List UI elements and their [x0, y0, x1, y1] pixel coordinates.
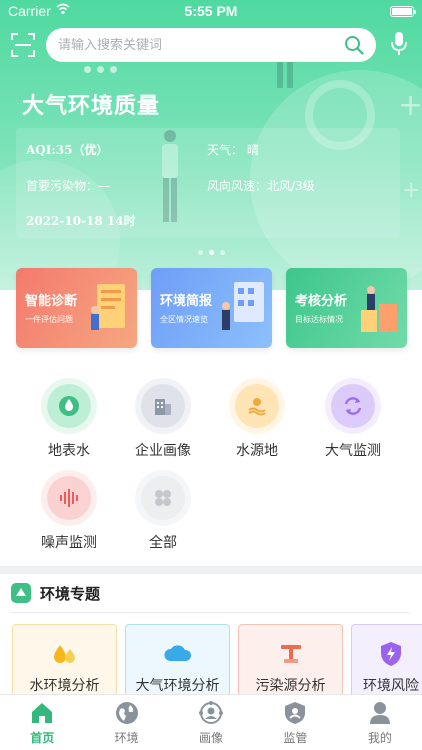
entry-icon-bg: [41, 378, 97, 434]
carousel-dot-active[interactable]: [208, 250, 214, 255]
boxes-illustration: [361, 286, 397, 332]
tab-label: 画像: [199, 731, 224, 745]
entry-water-source[interactable]: 水源地: [212, 378, 302, 460]
board-illustration: [222, 282, 264, 330]
clipboard-illustration: [91, 284, 125, 330]
entry-surface-water[interactable]: 地表水: [24, 378, 114, 460]
factory-tap-icon: [280, 645, 301, 663]
clock: 5:55 PM: [184, 3, 238, 19]
smart-diagnosis-card[interactable]: 智能诊断 一件评估问题: [16, 268, 137, 348]
tab-mine[interactable]: 我的: [338, 695, 422, 750]
entry-icon-inner: [331, 384, 375, 428]
hero-title: 大气环境质量: [22, 94, 161, 119]
entry-icon-bg: [229, 378, 285, 434]
air-cycle-icon: [344, 397, 362, 415]
section-divider: [0, 566, 422, 574]
assessment-analysis-card[interactable]: 考核分析 目标达标情况: [286, 268, 407, 348]
entry-label: 大气监测: [325, 443, 381, 459]
battery-icon: [390, 6, 416, 17]
entry-icon-inner: [141, 476, 185, 520]
carousel-dot[interactable]: [219, 250, 225, 255]
topic-label: 大气环境分析: [135, 678, 220, 694]
sound-wave-icon: [60, 489, 78, 507]
feature-cards: 智能诊断 一件评估问题 环境简报 全区情况速览 考核分析 目标达标情况: [0, 268, 422, 350]
shield-icon: [285, 702, 306, 724]
topics-header: 环境专题: [10, 582, 100, 604]
globe-icon: [115, 702, 138, 724]
entry-enterprise-portrait[interactable]: 企业画像: [118, 378, 208, 460]
tab-label: 环境: [114, 731, 139, 745]
primary-pollutant: 首要污染物：—: [26, 179, 111, 193]
entry-icon-bg: [41, 470, 97, 526]
scan-icon[interactable]: [10, 32, 36, 58]
entry-air-monitoring[interactable]: 大气监测: [308, 378, 398, 460]
plus-decor-icon: +: [402, 178, 421, 203]
water-drop-icon: [59, 396, 79, 416]
entry-icon-inner: [235, 384, 279, 428]
search-icon[interactable]: [344, 35, 364, 55]
tab-label: 首页: [30, 731, 55, 745]
carousel-dot[interactable]: [197, 250, 203, 255]
wind-info: 风向风速：北风/3级: [207, 179, 315, 193]
user-icon: [369, 702, 390, 724]
tab-environment[interactable]: 环境: [84, 695, 168, 750]
tab-portrait[interactable]: 画像: [169, 695, 253, 750]
entry-label: 水源地: [236, 443, 278, 459]
entry-icon-inner: [47, 476, 91, 520]
topics-header-divider: [10, 612, 410, 613]
topic-label: 污染源分析: [255, 678, 326, 694]
droplets-icon: [53, 645, 75, 663]
tab-supervision[interactable]: 监管: [253, 695, 337, 750]
cloud-icon: [163, 645, 191, 661]
tab-label: 我的: [367, 731, 392, 745]
search-input[interactable]: [58, 37, 344, 53]
topic-environment-risk[interactable]: 环境风险: [351, 624, 422, 704]
home-icon: [32, 703, 53, 723]
entry-icon-bg: [325, 378, 381, 434]
update-time: 2022-10-18 14时: [26, 214, 136, 228]
topics-title: 环境专题: [40, 584, 101, 603]
grid-four-icon: [155, 490, 171, 506]
entry-label: 企业画像: [135, 443, 191, 459]
entry-label: 噪声监测: [41, 535, 97, 551]
topic-tag-icon: [11, 583, 31, 603]
weather-value: 天气： 晴: [207, 143, 259, 157]
environment-brief-card[interactable]: 环境简报 全区情况速览: [151, 268, 272, 348]
topic-label: 水环境分析: [29, 678, 100, 694]
aqi-value: AQI:35（优）: [26, 143, 109, 157]
search-bar[interactable]: [46, 28, 376, 62]
status-bar: Carrier 5:55 PM: [0, 0, 422, 22]
topic-pollution-source[interactable]: 污染源分析: [238, 624, 343, 704]
entry-label: 地表水: [48, 443, 90, 459]
shield-bolt-icon: [381, 642, 401, 666]
plus-decor-icon: +: [398, 88, 422, 123]
entry-label: 全部: [149, 535, 177, 551]
tab-home[interactable]: 首页: [0, 695, 84, 750]
tab-label: 监管: [283, 731, 308, 745]
window-dots-decor: [84, 66, 117, 73]
microphone-icon[interactable]: [389, 31, 409, 57]
entry-noise-monitoring[interactable]: 噪声监测: [24, 470, 114, 552]
entry-icon-bg: [135, 470, 191, 526]
entry-icon-inner: [47, 384, 91, 428]
environment-topics: 环境专题 水环境分析 大气环境分析 污染源分析 环境风险: [0, 574, 422, 704]
topic-air-analysis[interactable]: 大气环境分析: [125, 624, 230, 704]
building-icon: [155, 399, 171, 415]
water-source-icon: [248, 398, 266, 416]
entry-all[interactable]: 全部: [118, 470, 208, 552]
carousel-indicator[interactable]: [0, 250, 422, 255]
entry-icon-bg: [135, 378, 191, 434]
entry-icon-inner: [141, 384, 185, 428]
bottom-tab-bar: 首页 环境 画像 监管 我的: [0, 694, 422, 750]
topic-label: 环境风险: [363, 678, 419, 694]
portrait-icon: [199, 701, 224, 724]
topic-water-analysis[interactable]: 水环境分析: [12, 624, 117, 704]
